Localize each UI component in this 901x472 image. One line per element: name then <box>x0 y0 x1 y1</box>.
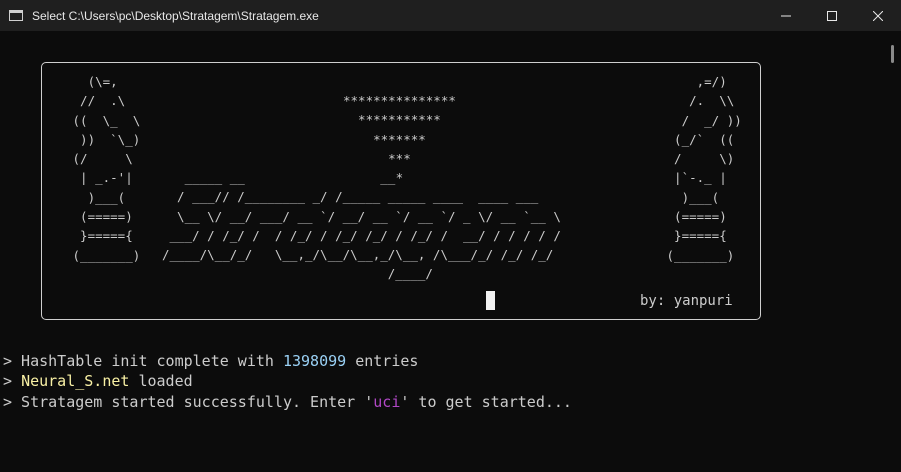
console-app-icon <box>9 10 23 21</box>
title-bar[interactable]: Select C:\Users\pc\Desktop\Stratagem\Str… <box>0 0 901 32</box>
minimize-icon <box>781 15 791 16</box>
maximize-button[interactable] <box>809 0 855 31</box>
log-text: loaded <box>129 372 193 390</box>
log-line-hashtable: > HashTable init complete with 1398099 e… <box>3 351 418 371</box>
log-text: > <box>3 372 22 390</box>
text-cursor <box>486 291 495 310</box>
log-line-network: > Neural_S.net loaded <box>3 371 193 391</box>
window-controls <box>763 0 901 31</box>
window-title: Select C:\Users\pc\Desktop\Stratagem\Str… <box>32 8 319 23</box>
network-filename: Neural_S.net <box>21 372 130 390</box>
scrollbar-thumb[interactable] <box>891 45 894 63</box>
author-byline: by: yanpuri <box>640 293 733 309</box>
log-text: > Stratagem started successfully. Enter … <box>3 393 374 411</box>
right-chess-piece-art: ,=/) /. \\ / _/ )) (_/` (( / \) |`-._ | … <box>666 74 742 263</box>
entry-count: 1398099 <box>282 352 347 370</box>
vertical-scrollbar[interactable] <box>884 31 901 472</box>
close-icon <box>873 10 883 21</box>
stratagem-logo-art: _____ __ __ / ___// /________ _/ /_____ … <box>162 170 561 282</box>
uci-command: uci <box>373 393 401 411</box>
left-chess-piece-art: (\=, // .\ (( \_ \ )) `\_) (/ \ | _.-'| … <box>72 74 141 263</box>
log-text: entries <box>346 352 419 370</box>
log-text: > HashTable init complete with <box>3 352 283 370</box>
log-text: ' to get started... <box>400 393 572 411</box>
close-button[interactable] <box>855 0 901 31</box>
log-line-started: > Stratagem started successfully. Enter … <box>3 392 572 412</box>
maximize-icon <box>827 10 837 21</box>
minimize-button[interactable] <box>763 0 809 31</box>
